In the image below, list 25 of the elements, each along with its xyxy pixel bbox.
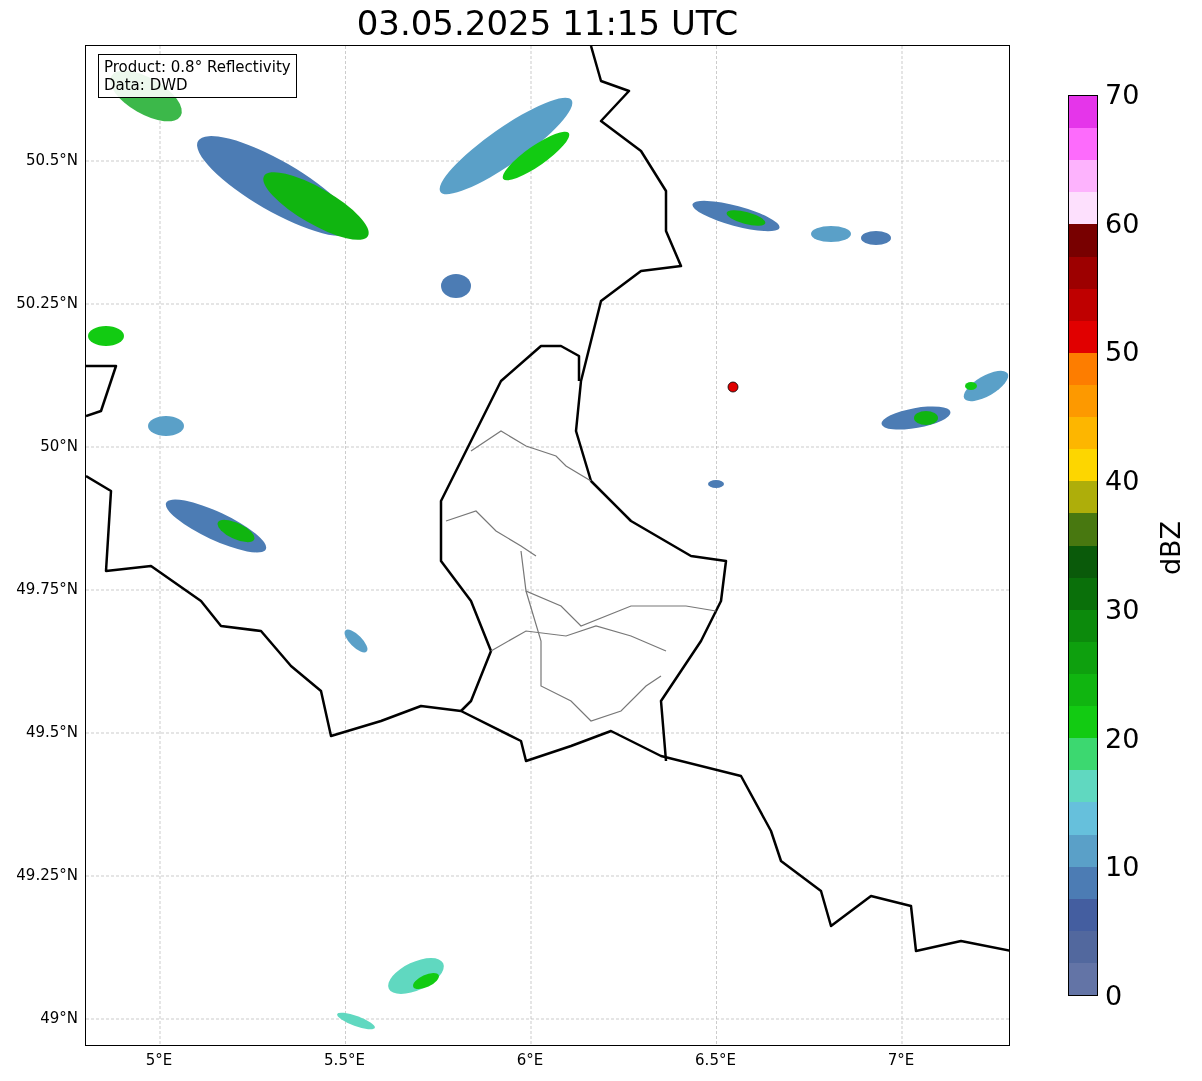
longitude-label: 5°E bbox=[145, 1051, 173, 1069]
colorbar-tick-label: 70 bbox=[1105, 80, 1140, 110]
legend-text: Data: DWD bbox=[104, 76, 189, 94]
latitude-label: 49.25°N bbox=[16, 866, 78, 884]
latitude-label: 49°N bbox=[40, 1009, 78, 1027]
latitude-label: 50.25°N bbox=[16, 294, 78, 312]
latitude-label: 49.75°N bbox=[16, 580, 78, 598]
colorbar-tick-label: 30 bbox=[1105, 594, 1140, 625]
colorbar-tick-label: 50 bbox=[1105, 337, 1140, 368]
longitude-label: 5.5°E bbox=[324, 1051, 365, 1069]
colorbar-tick-label: 20 bbox=[1105, 723, 1140, 754]
longitude-label: 6°E bbox=[516, 1051, 544, 1069]
latitude-label: 50°N bbox=[40, 437, 78, 455]
latitude-label: 49.5°N bbox=[25, 723, 78, 741]
colorbar-tick-label: 60 bbox=[1105, 208, 1140, 239]
latitude-label: 50.5°N bbox=[25, 151, 78, 169]
longitude-label: 7°E bbox=[887, 1051, 915, 1069]
colorbar-tick-label: 40 bbox=[1105, 466, 1140, 497]
legend-text: Product: 0.8° Reflectivity bbox=[104, 58, 291, 76]
longitude-label: 6.5°E bbox=[695, 1051, 736, 1069]
chart-title: 03.05.2025 11:15 UTC bbox=[356, 2, 739, 45]
colorbar-tick-label: 10 bbox=[1105, 852, 1140, 883]
radar-site-marker bbox=[727, 381, 739, 393]
colorbar-label: dBZ bbox=[1154, 520, 1186, 576]
colorbar-tick-label: 0 bbox=[1105, 981, 1123, 1011]
